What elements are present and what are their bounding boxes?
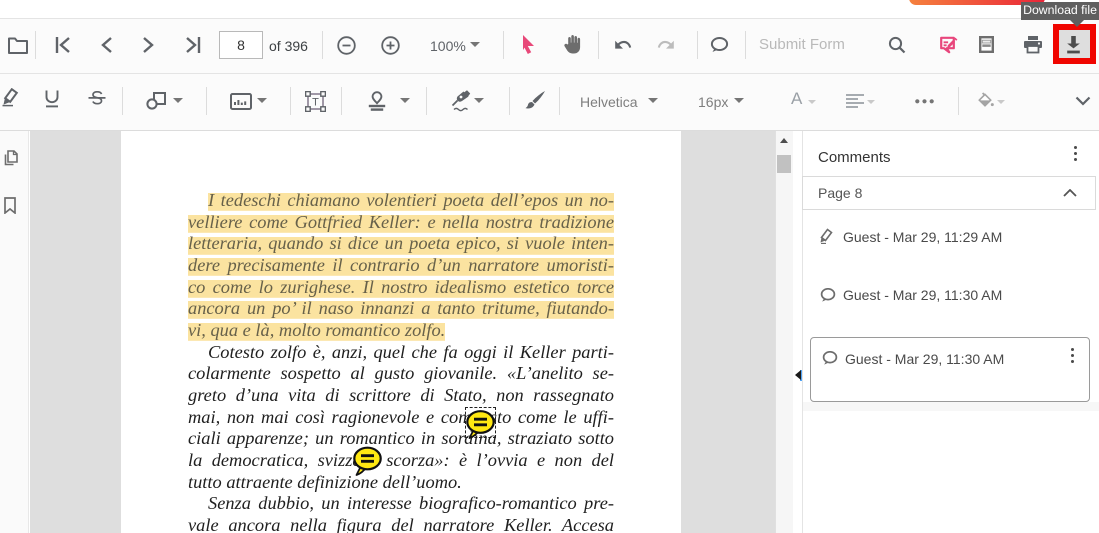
svg-text:T: T	[312, 97, 319, 109]
